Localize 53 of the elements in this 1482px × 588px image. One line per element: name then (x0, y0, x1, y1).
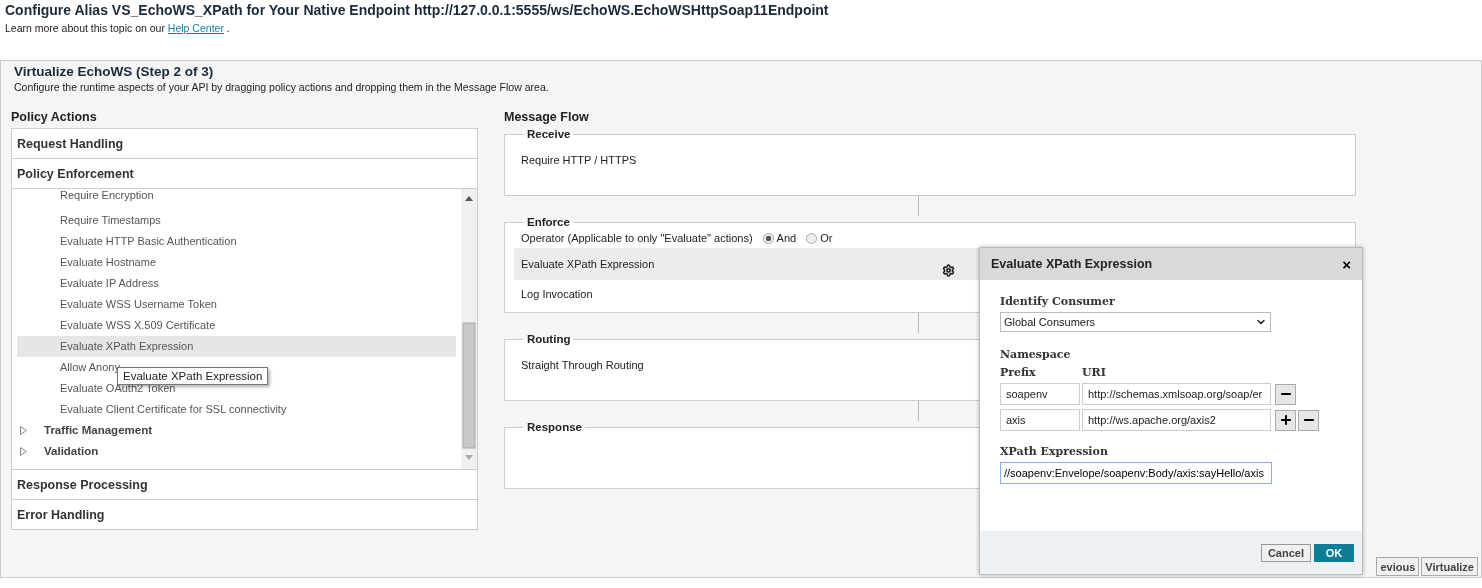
page-title: Configure Alias VS_EchoWS_XPath for Your Native Endpoint http://127.0.0.1:5555/ws/EchoWS.EchoWSHttpSoap11Endpoint (5, 2, 830, 18)
tree-group-label[interactable]: Traffic Management (44, 420, 152, 441)
field-label: Identify Consumer (1000, 295, 1116, 308)
policy-item[interactable]: Evaluate XPath Expression (60, 340, 194, 352)
radio-option[interactable]: And (762, 232, 797, 244)
caret-right-icon[interactable] (19, 447, 27, 456)
connector-line (918, 196, 919, 216)
policy-item[interactable]: Evaluate Hostname (60, 256, 156, 268)
stage-title: Receive (526, 128, 572, 140)
footer-button[interactable]: Virtualize (1421, 557, 1478, 576)
column-header: URI (1082, 366, 1106, 379)
section-title: Policy Actions (11, 110, 98, 126)
cancel-button[interactable]: Cancel (1260, 543, 1311, 562)
plus-icon (1278, 413, 1293, 427)
gear-icon[interactable] (942, 264, 955, 277)
stage-title: Enforce (526, 216, 571, 228)
footer-button[interactable]: evious (1376, 557, 1420, 576)
field-label: Namespace (1000, 348, 1072, 361)
consumer-dropdown[interactable]: Global Consumers (1000, 312, 1271, 332)
policy-item[interactable]: Require Encryption (60, 189, 154, 201)
section-title: Message Flow (504, 110, 590, 126)
xpath-field[interactable]: //soapenv:Envelope/soapenv:Body/axis:sayHello/axis (1000, 462, 1272, 484)
step-title: Virtualize EchoWS (Step 2 of 3) (14, 64, 215, 79)
tree-group-label[interactable]: Validation (44, 441, 99, 462)
add-button[interactable] (1275, 409, 1296, 431)
tooltip: Evaluate XPath Expression (117, 367, 269, 385)
uri-field[interactable]: http://schemas.xmlsoap.org/soap/er (1082, 383, 1271, 405)
help-text: Learn more about this topic on our Help Center . (5, 22, 231, 34)
remove-button[interactable] (1275, 383, 1296, 405)
step-description: Configure the runtime aspects of your API by dragging policy actions and dropping them in the Message Flow area. (14, 81, 550, 93)
policy-item[interactable]: Evaluate WSS Username Token (60, 298, 217, 310)
remove-button[interactable] (1298, 409, 1319, 431)
operator-label: Operator (Applicable to only "Evaluate" actions) (521, 232, 753, 244)
connector-line (918, 401, 919, 421)
flow-action[interactable]: Require HTTP / HTTPS (514, 140, 1346, 180)
prefix-field[interactable]: soapenv (1000, 383, 1080, 405)
stage-title: Response (526, 421, 583, 433)
column-header: Prefix (1000, 366, 1037, 379)
stage-title: Routing (526, 333, 572, 345)
policy-item[interactable]: Evaluate WSS X.509 Certificate (60, 319, 216, 331)
dialog-title: Evaluate XPath Expression (991, 257, 1153, 271)
policy-item[interactable]: Require Timestamps (60, 214, 161, 226)
connector-line (918, 313, 919, 333)
help-link[interactable]: Help Center (167, 22, 224, 34)
uri-field[interactable]: http://ws.apache.org/axis2 (1082, 409, 1271, 431)
radio-option[interactable]: Or (806, 232, 833, 244)
policy-item[interactable]: Evaluate HTTP Basic Authentication (60, 235, 237, 247)
prefix-field[interactable]: axis (1000, 409, 1080, 431)
caret-right-icon[interactable] (19, 426, 27, 435)
field-label: XPath Expression (1000, 445, 1109, 458)
ok-button[interactable]: OK (1314, 543, 1354, 562)
policy-item[interactable]: Evaluate IP Address (60, 277, 159, 289)
policy-item[interactable]: Evaluate Client Certificate for SSL connectivity (60, 403, 287, 415)
